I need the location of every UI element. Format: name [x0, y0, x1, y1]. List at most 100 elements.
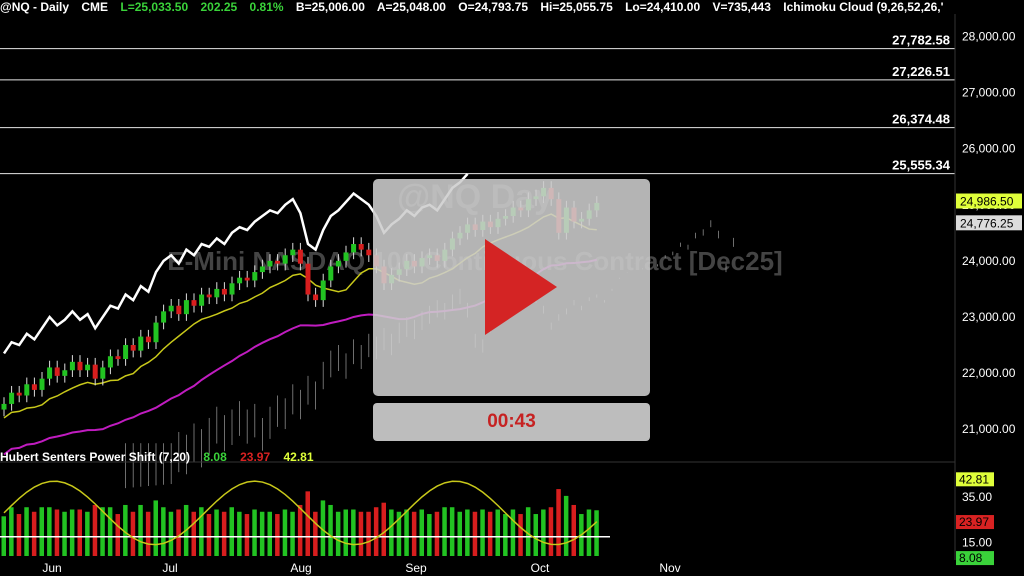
- histogram-bar: [153, 500, 158, 556]
- histogram-bar: [457, 511, 462, 556]
- histogram-bar: [168, 511, 174, 556]
- play-icon[interactable]: [485, 239, 557, 335]
- candle-body: [199, 294, 205, 306]
- candle-body: [9, 392, 15, 404]
- y-tick-label: 26,000.00: [962, 142, 1016, 156]
- histogram-bar: [366, 511, 371, 556]
- histogram-bar: [282, 509, 288, 556]
- x-tick-label: Nov: [659, 561, 680, 575]
- histogram-bar: [472, 511, 478, 556]
- candle-body: [130, 345, 136, 351]
- osc-badge-label: 23.97: [959, 515, 989, 529]
- open-price: O=24,793.75: [458, 0, 528, 14]
- histogram-bar: [244, 514, 250, 556]
- y-tick-label: 21,000.00: [962, 422, 1016, 436]
- candle-body: [24, 384, 30, 396]
- histogram-bar: [404, 509, 409, 556]
- histogram-bar: [31, 511, 37, 556]
- candle-body: [183, 300, 189, 315]
- price-badge-label: 24,986.50: [960, 195, 1014, 209]
- candle-body: [351, 244, 357, 253]
- histogram-bar: [69, 509, 75, 556]
- level-label-2: 26,374.48: [892, 112, 950, 127]
- histogram-bar: [586, 509, 592, 556]
- y-tick-label: 28,000.00: [962, 29, 1016, 43]
- candle-body: [115, 356, 121, 360]
- histogram-bar: [176, 509, 181, 556]
- osc-y-tick-label: 35.00: [962, 490, 992, 504]
- oscillator-value-1: 8.08: [203, 450, 227, 464]
- x-tick-label: Oct: [531, 561, 550, 575]
- histogram-bar: [503, 514, 508, 556]
- histogram-bar: [351, 509, 356, 556]
- histogram-bar: [335, 511, 341, 556]
- candle-body: [275, 260, 281, 264]
- candle-body: [206, 294, 212, 298]
- histogram-bar: [510, 509, 516, 556]
- histogram-bar: [229, 507, 234, 556]
- histogram-bar: [427, 514, 432, 556]
- candle-body: [100, 367, 106, 379]
- histogram-bar: [518, 514, 523, 556]
- histogram-bar: [138, 504, 143, 556]
- histogram-bar: [214, 509, 219, 556]
- candle-body: [313, 294, 319, 301]
- candle-body: [39, 378, 45, 390]
- level-label-0: 27,782.58: [892, 33, 950, 48]
- histogram-bar: [145, 511, 151, 556]
- histogram-bar: [259, 511, 265, 556]
- histogram-bar: [434, 511, 440, 556]
- candle-body: [153, 322, 159, 343]
- histogram-bar: [47, 507, 52, 556]
- candle-body: [31, 384, 37, 390]
- histogram-bar: [487, 511, 493, 556]
- level-label-3: 25,555.34: [892, 158, 951, 173]
- price-badge-label: 24,776.25: [960, 216, 1014, 230]
- candle-body: [176, 305, 182, 315]
- histogram-bar: [563, 495, 569, 556]
- pct-change: 0.81%: [249, 0, 284, 14]
- candle-body: [47, 367, 53, 379]
- histogram-bar: [275, 514, 280, 556]
- candle-body: [161, 311, 167, 323]
- histogram-bar: [343, 509, 348, 556]
- y-tick-label: 22,000.00: [962, 366, 1016, 380]
- y-tick-label: 27,000.00: [962, 86, 1016, 100]
- histogram-bar: [389, 509, 394, 556]
- x-tick-label: Jun: [42, 561, 61, 575]
- histogram-bar: [85, 511, 90, 556]
- histogram-bar: [305, 491, 310, 556]
- osc-y-tick-label: 15.00: [962, 535, 992, 549]
- histogram-bar: [267, 511, 272, 556]
- indicator-label: Ichimoku Cloud (9,26,52,26,': [783, 0, 944, 14]
- histogram-bar: [449, 507, 455, 556]
- video-overlay[interactable]: [373, 179, 650, 396]
- low-price: Lo=24,410.00: [625, 0, 701, 14]
- high-price: Hi=25,055.75: [540, 0, 613, 14]
- histogram-bar: [465, 509, 470, 556]
- candle-body: [16, 392, 22, 396]
- candle-body: [366, 249, 372, 256]
- candle-body: [1, 403, 7, 410]
- candle-body: [123, 345, 129, 360]
- power-shift-histogram: [1, 489, 599, 556]
- candle-body: [343, 252, 349, 261]
- candle-body: [62, 370, 68, 376]
- candle-body: [237, 277, 243, 284]
- volume-label: V=735,443: [712, 0, 771, 14]
- y-tick-label: 24,000.00: [962, 254, 1016, 268]
- candle-body: [214, 288, 220, 298]
- candle-body: [320, 280, 326, 301]
- ask-price: A=25,048.00: [376, 0, 446, 14]
- candle-body: [138, 336, 144, 351]
- oscillator-value-3: 42.81: [283, 450, 314, 464]
- histogram-bar: [594, 510, 599, 556]
- histogram-bar: [54, 509, 60, 556]
- x-tick-label: Aug: [290, 561, 311, 575]
- histogram-bar: [206, 514, 212, 556]
- candle-body: [221, 288, 227, 295]
- histogram-bar: [9, 507, 14, 556]
- symbol-label: @NQ - Daily: [0, 0, 70, 14]
- candle-body: [297, 249, 303, 264]
- histogram-bar: [495, 509, 500, 556]
